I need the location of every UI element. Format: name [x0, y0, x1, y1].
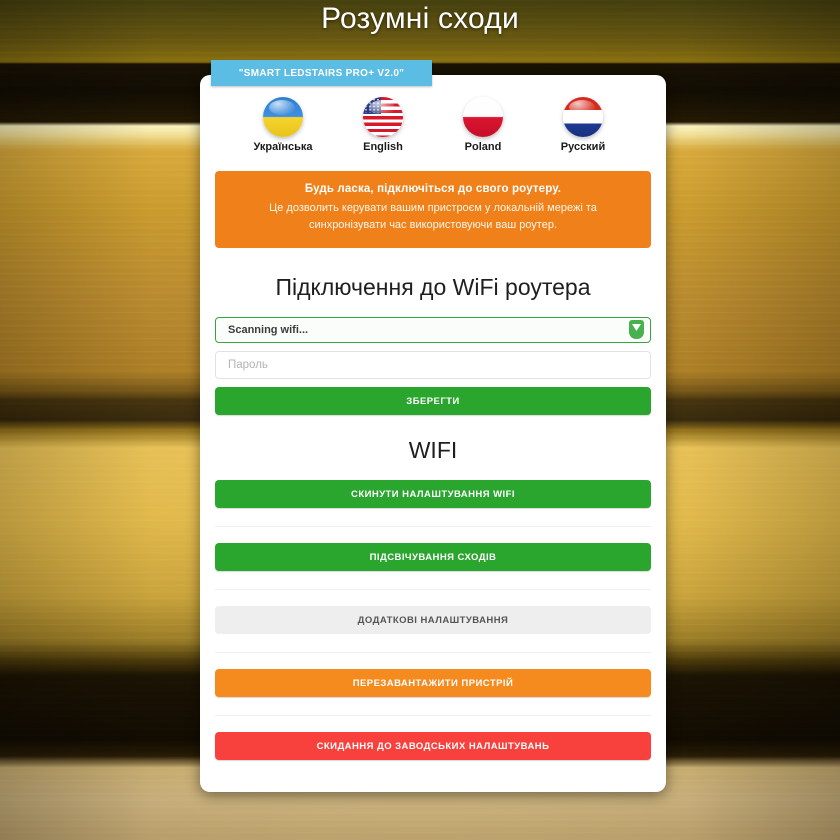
language-option-russian[interactable]: Русский	[552, 97, 614, 153]
chevron-down-icon[interactable]	[629, 320, 644, 340]
section-divider	[215, 715, 651, 717]
page-title: Розумні сходи	[321, 2, 519, 35]
wifi-network-select[interactable]: Scanning wifi...	[215, 317, 651, 344]
alert-title: Будь ласка, підключіться до свого роутер…	[304, 183, 562, 195]
wifi-password-field	[215, 351, 651, 380]
section-divider	[215, 589, 651, 591]
language-selector: Українська English Poland Русский	[215, 75, 651, 161]
reset-wifi-settings-button[interactable]: СКИНУТИ НАЛАШТУВАННЯ WIFI	[215, 480, 651, 509]
russia-flag-icon[interactable]	[563, 97, 603, 137]
language-option-english[interactable]: English	[352, 97, 414, 153]
wifi-password-input[interactable]	[215, 351, 651, 380]
section-divider	[215, 526, 651, 528]
section-divider	[215, 652, 651, 654]
wifi-connect-heading: Підключення до WiFi роутера	[275, 274, 591, 301]
wifi-section-heading: WIFI	[408, 437, 458, 464]
app-screen: Розумні сходи "SMART LEDSTAIRS PRO+ V2.0…	[0, 0, 840, 840]
language-label: Українська	[253, 141, 313, 153]
stairs-lighting-button[interactable]: ПІДСВІЧУВАННЯ СХОДІВ	[215, 543, 651, 572]
language-label: Poland	[464, 141, 502, 153]
settings-card: Українська English Poland Русский Будь л…	[200, 75, 666, 792]
alert-body: Це дозволить керувати вашим пристроєм у …	[231, 200, 635, 234]
factory-reset-button[interactable]: СКИДАННЯ ДО ЗАВОДСЬКИХ НАЛАШТУВАНЬ	[215, 732, 651, 761]
usa-flag-canton	[363, 97, 381, 114]
save-button[interactable]: ЗБЕРЕГТИ	[215, 387, 651, 416]
language-option-ukrainian[interactable]: Українська	[252, 97, 314, 153]
wifi-network-field: Scanning wifi...	[215, 317, 651, 344]
ukraine-flag-icon[interactable]	[263, 97, 303, 137]
alert-body-line-2: синхронізувати час використовуючи ваш ро…	[308, 219, 558, 232]
reboot-device-button[interactable]: ПЕРЕЗАВАНТАЖИТИ ПРИСТРІЙ	[215, 669, 651, 698]
language-option-poland[interactable]: Poland	[452, 97, 514, 153]
language-label: English	[363, 141, 403, 153]
extra-settings-button[interactable]: ДОДАТКОВІ НАЛАШТУВАННЯ	[215, 606, 651, 635]
usa-flag-icon[interactable]	[363, 97, 403, 137]
router-connection-alert: Будь ласка, підключіться до свого роутер…	[215, 171, 651, 249]
poland-flag-icon[interactable]	[463, 97, 503, 137]
language-label: Русский	[560, 141, 606, 153]
alert-body-line-1: Це дозволить керувати вашим пристроєм у …	[269, 202, 597, 214]
device-model-badge: "SMART LEDSTAIRS PRO+ V2.0"	[211, 60, 432, 86]
